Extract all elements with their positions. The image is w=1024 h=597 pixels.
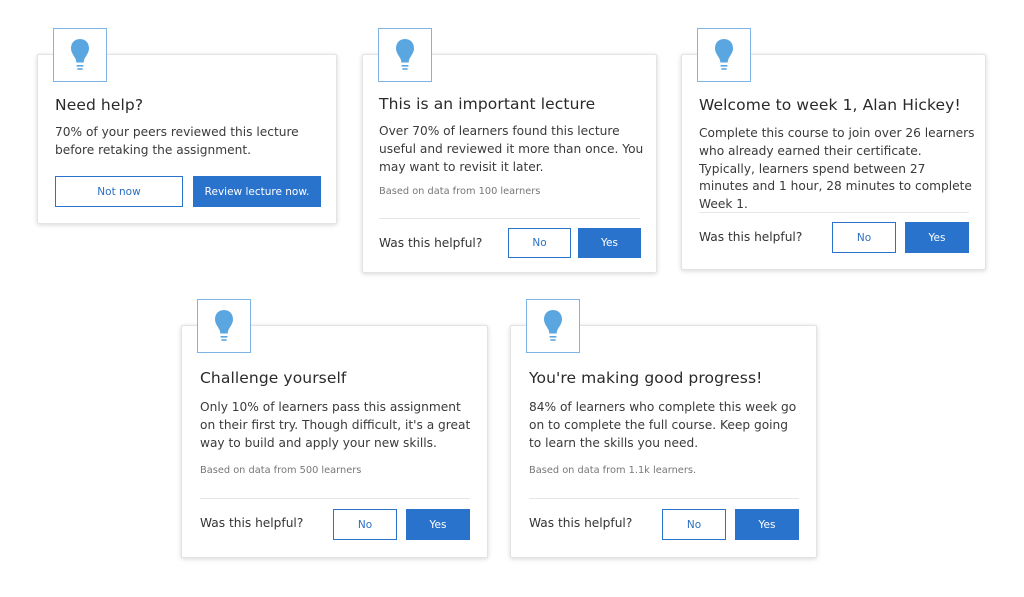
challenge-card: Challenge yourself Only 10% of learners … <box>181 299 488 558</box>
card-title: This is an important lecture <box>379 95 596 113</box>
card-divider <box>379 218 640 219</box>
card-body: Over 70% of learners found this lecture … <box>379 124 644 174</box>
yes-button[interactable]: Yes <box>905 222 969 253</box>
no-button[interactable]: No <box>832 222 896 253</box>
card-body: 70% of your peers reviewed this lecture … <box>55 125 299 157</box>
helpful-question: Was this helpful? <box>379 236 483 250</box>
lightbulb-icon <box>396 39 414 70</box>
no-button[interactable]: No <box>662 509 726 540</box>
lightbulb-icon-box <box>53 28 107 82</box>
lightbulb-icon <box>215 310 233 341</box>
card-divider <box>529 498 799 499</box>
lightbulb-icon <box>71 39 89 70</box>
card-divider <box>200 498 470 499</box>
card-title: Challenge yourself <box>200 369 347 387</box>
card-title: Welcome to week 1, Alan Hickey! <box>699 96 961 114</box>
yes-button[interactable]: Yes <box>578 228 641 258</box>
data-source-note: Based on data from 100 learners <box>379 186 541 197</box>
card-body: Complete this course to join over 26 lea… <box>699 126 975 212</box>
yes-button[interactable]: Yes <box>735 509 799 540</box>
helpful-question: Was this helpful? <box>200 516 304 530</box>
helpful-question: Was this helpful? <box>699 230 803 244</box>
card-title: You're making good progress! <box>529 369 763 387</box>
card-divider <box>699 212 969 213</box>
welcome-week-card: Welcome to week 1, Alan Hickey! Complete… <box>681 28 986 270</box>
progress-card: You're making good progress! 84% of lear… <box>510 299 817 558</box>
not-now-button[interactable]: Not now <box>55 176 183 207</box>
lightbulb-icon <box>544 310 562 341</box>
helpful-question: Was this helpful? <box>529 516 633 530</box>
yes-button[interactable]: Yes <box>406 509 470 540</box>
card-body: 84% of learners who complete this week g… <box>529 400 797 450</box>
data-source-note: Based on data from 500 learners <box>200 465 362 476</box>
lightbulb-icon <box>715 39 733 70</box>
important-lecture-card: This is an important lecture Over 70% of… <box>362 28 657 273</box>
no-button[interactable]: No <box>508 228 571 258</box>
no-button[interactable]: No <box>333 509 397 540</box>
lightbulb-icon-box <box>526 299 580 353</box>
lightbulb-icon-box <box>378 28 432 82</box>
card-title: Need help? <box>55 96 144 114</box>
lightbulb-icon-box <box>197 299 251 353</box>
review-lecture-button[interactable]: Review lecture now. <box>193 176 321 207</box>
lightbulb-icon-box <box>697 28 751 82</box>
card-body: Only 10% of learners pass this assignmen… <box>200 400 471 450</box>
need-help-card: Need help? 70% of your peers reviewed th… <box>37 28 337 224</box>
data-source-note: Based on data from 1.1k learners. <box>529 465 697 476</box>
